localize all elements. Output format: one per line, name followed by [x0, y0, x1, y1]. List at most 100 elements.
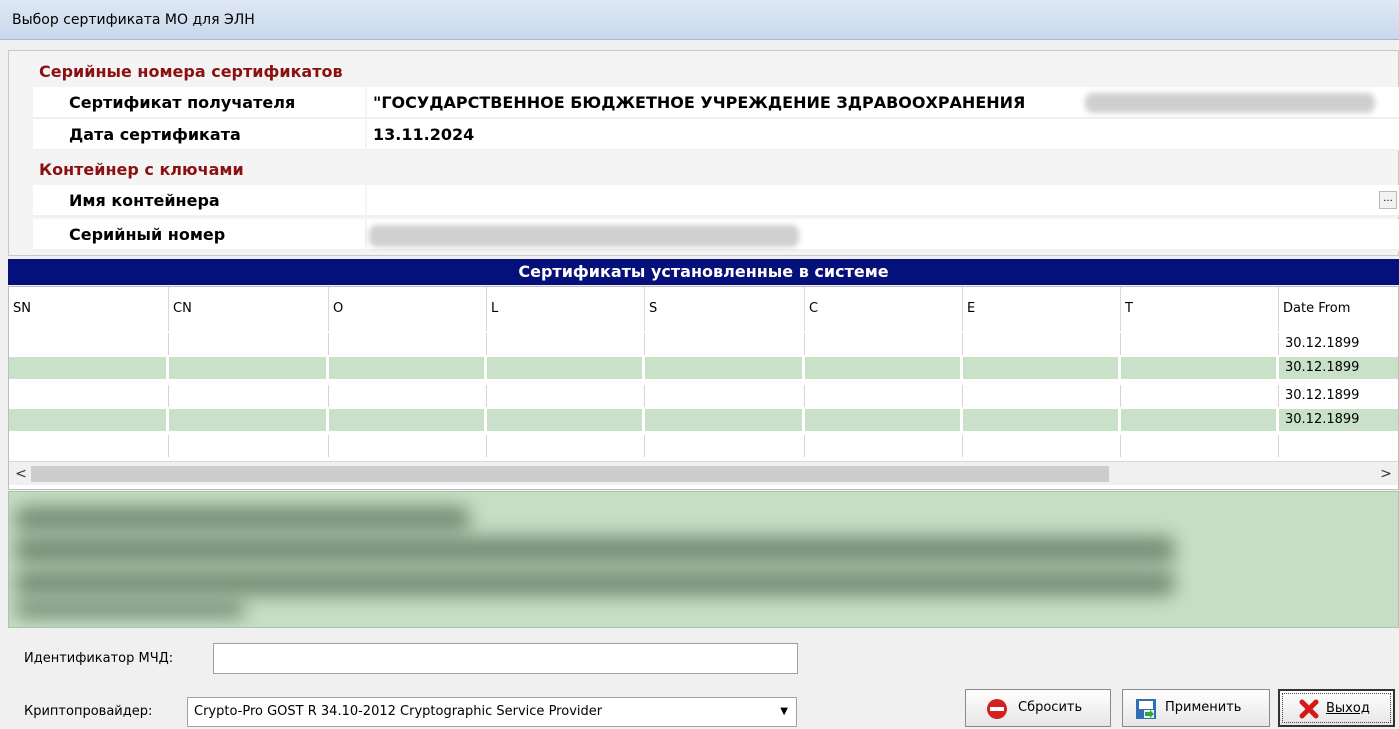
- container-category-label: Контейнер с ключами: [39, 160, 244, 179]
- cell-date-from: 30.12.1899: [1279, 357, 1398, 379]
- cell-sn: [9, 357, 169, 379]
- cell-o: [329, 333, 487, 355]
- mchd-label: Идентификатор МЧД:: [24, 651, 174, 666]
- scrollbar-thumb[interactable]: [31, 466, 1109, 482]
- cell-l: [487, 333, 645, 355]
- cell-c: [805, 435, 963, 457]
- cell-e: [963, 409, 1121, 431]
- cell-s: [645, 409, 805, 431]
- column-header-date-from[interactable]: Date From: [1279, 287, 1398, 331]
- window-title: Выбор сертификата МО для ЭЛН: [12, 12, 255, 28]
- cell-s: [645, 385, 805, 407]
- mchd-input[interactable]: [213, 643, 798, 674]
- cell-e: [963, 333, 1121, 355]
- reset-button-label: Сбросить: [1018, 700, 1083, 715]
- browse-container-button[interactable]: ...: [1379, 191, 1397, 209]
- reset-button[interactable]: Сбросить: [965, 689, 1111, 727]
- apply-button-label: Применить: [1165, 700, 1242, 715]
- cell-t: [1121, 385, 1279, 407]
- cell-c: [805, 333, 963, 355]
- cell-cn: [169, 333, 329, 355]
- exit-button[interactable]: Выход: [1278, 689, 1395, 727]
- cell-e: [963, 435, 1121, 457]
- column-header-e[interactable]: E: [963, 287, 1121, 331]
- certificate-date-row[interactable]: Дата сертификата 13.11.2024: [33, 119, 1399, 151]
- crypto-provider-label: Криптопровайдер:: [24, 704, 153, 719]
- table-row[interactable]: [9, 435, 1398, 457]
- redacted-text: [15, 536, 1175, 564]
- table-row[interactable]: 30.12.1899: [9, 333, 1398, 355]
- cell-cn: [169, 409, 329, 431]
- container-name-row[interactable]: Имя контейнера ...: [33, 185, 1399, 217]
- certificate-details-area: [8, 491, 1399, 628]
- redacted-text: [15, 506, 470, 532]
- cell-o: [329, 385, 487, 407]
- column-header-t[interactable]: T: [1121, 287, 1279, 331]
- certificate-date-label: Дата сертификата: [33, 119, 365, 151]
- cell-sn: [9, 435, 169, 457]
- table-row[interactable]: 30.12.1899: [9, 409, 1398, 431]
- redacted-recipient: [1085, 93, 1375, 113]
- column-header-s[interactable]: S: [645, 287, 805, 331]
- installed-certificates-grid[interactable]: SN CN O L S C E T Date From 30.12.1899 3…: [8, 286, 1399, 490]
- cell-c: [805, 409, 963, 431]
- redacted-serial: [369, 225, 799, 247]
- installed-certificates-caption: Сертификаты установленные в системе: [8, 259, 1399, 285]
- cell-e: [963, 357, 1121, 379]
- save-icon: [1136, 699, 1156, 719]
- window-titlebar: Выбор сертификата МО для ЭЛН: [0, 0, 1399, 40]
- container-serial-label: Серийный номер: [33, 219, 365, 251]
- serials-category-label: Серийные номера сертификатов: [39, 62, 343, 81]
- redacted-text: [15, 600, 245, 618]
- cell-s: [645, 435, 805, 457]
- cell-cn: [169, 357, 329, 379]
- container-serial-row[interactable]: Серийный номер: [33, 219, 1399, 251]
- column-header-l[interactable]: L: [487, 287, 645, 331]
- exit-button-label: Выход: [1326, 701, 1370, 716]
- cell-o: [329, 409, 487, 431]
- certificate-date-value: 13.11.2024: [367, 119, 1399, 151]
- cell-l: [487, 357, 645, 379]
- cell-cn: [169, 435, 329, 457]
- cell-s: [645, 357, 805, 379]
- cell-c: [805, 385, 963, 407]
- cell-date-from: 30.12.1899: [1285, 388, 1360, 403]
- container-name-label: Имя контейнера: [33, 185, 365, 217]
- cell-l: [487, 435, 645, 457]
- cell-date-from: [1279, 435, 1398, 457]
- crypto-provider-select[interactable]: Crypto-Pro GOST R 34.10-2012 Cryptograph…: [187, 697, 797, 727]
- cell-date-from: 30.12.1899: [1279, 409, 1398, 431]
- redacted-text: [15, 570, 1175, 596]
- crypto-provider-value: Crypto-Pro GOST R 34.10-2012 Cryptograph…: [194, 704, 603, 719]
- cell-e: [963, 385, 1121, 407]
- cell-cn: [169, 385, 329, 407]
- grid-header: SN CN O L S C E T Date From: [9, 287, 1398, 331]
- table-row[interactable]: 30.12.1899: [9, 357, 1398, 379]
- cell-s: [645, 333, 805, 355]
- cell-l: [487, 409, 645, 431]
- column-header-o[interactable]: O: [329, 287, 487, 331]
- cell-sn: [9, 409, 169, 431]
- column-header-cn[interactable]: CN: [169, 287, 329, 331]
- cell-l: [487, 385, 645, 407]
- cell-o: [329, 357, 487, 379]
- cell-t: [1121, 357, 1279, 379]
- cell-c: [805, 357, 963, 379]
- cell-sn: [9, 333, 169, 355]
- cell-date-from: 30.12.1899: [1285, 336, 1360, 351]
- chevron-right-icon[interactable]: >: [1376, 462, 1396, 486]
- no-entry-icon: [987, 699, 1007, 719]
- chevron-left-icon[interactable]: <: [11, 462, 31, 486]
- column-header-c[interactable]: C: [805, 287, 963, 331]
- horizontal-scrollbar[interactable]: < >: [9, 461, 1398, 485]
- cell-t: [1121, 333, 1279, 355]
- column-header-sn[interactable]: SN: [9, 287, 169, 331]
- recipient-certificate-row[interactable]: Сертификат получателя "ГОСУДАРСТВЕННОЕ Б…: [33, 87, 1399, 119]
- table-row[interactable]: 30.12.1899: [9, 385, 1398, 407]
- chevron-down-icon[interactable]: ▼: [780, 698, 788, 726]
- recipient-certificate-text: "ГОСУДАРСТВЕННОЕ БЮДЖЕТНОЕ УЧРЕЖДЕНИЕ ЗД…: [373, 93, 1026, 112]
- cell-t: [1121, 435, 1279, 457]
- container-name-value[interactable]: [367, 185, 1399, 217]
- cell-sn: [9, 385, 169, 407]
- apply-button[interactable]: Применить: [1122, 689, 1270, 727]
